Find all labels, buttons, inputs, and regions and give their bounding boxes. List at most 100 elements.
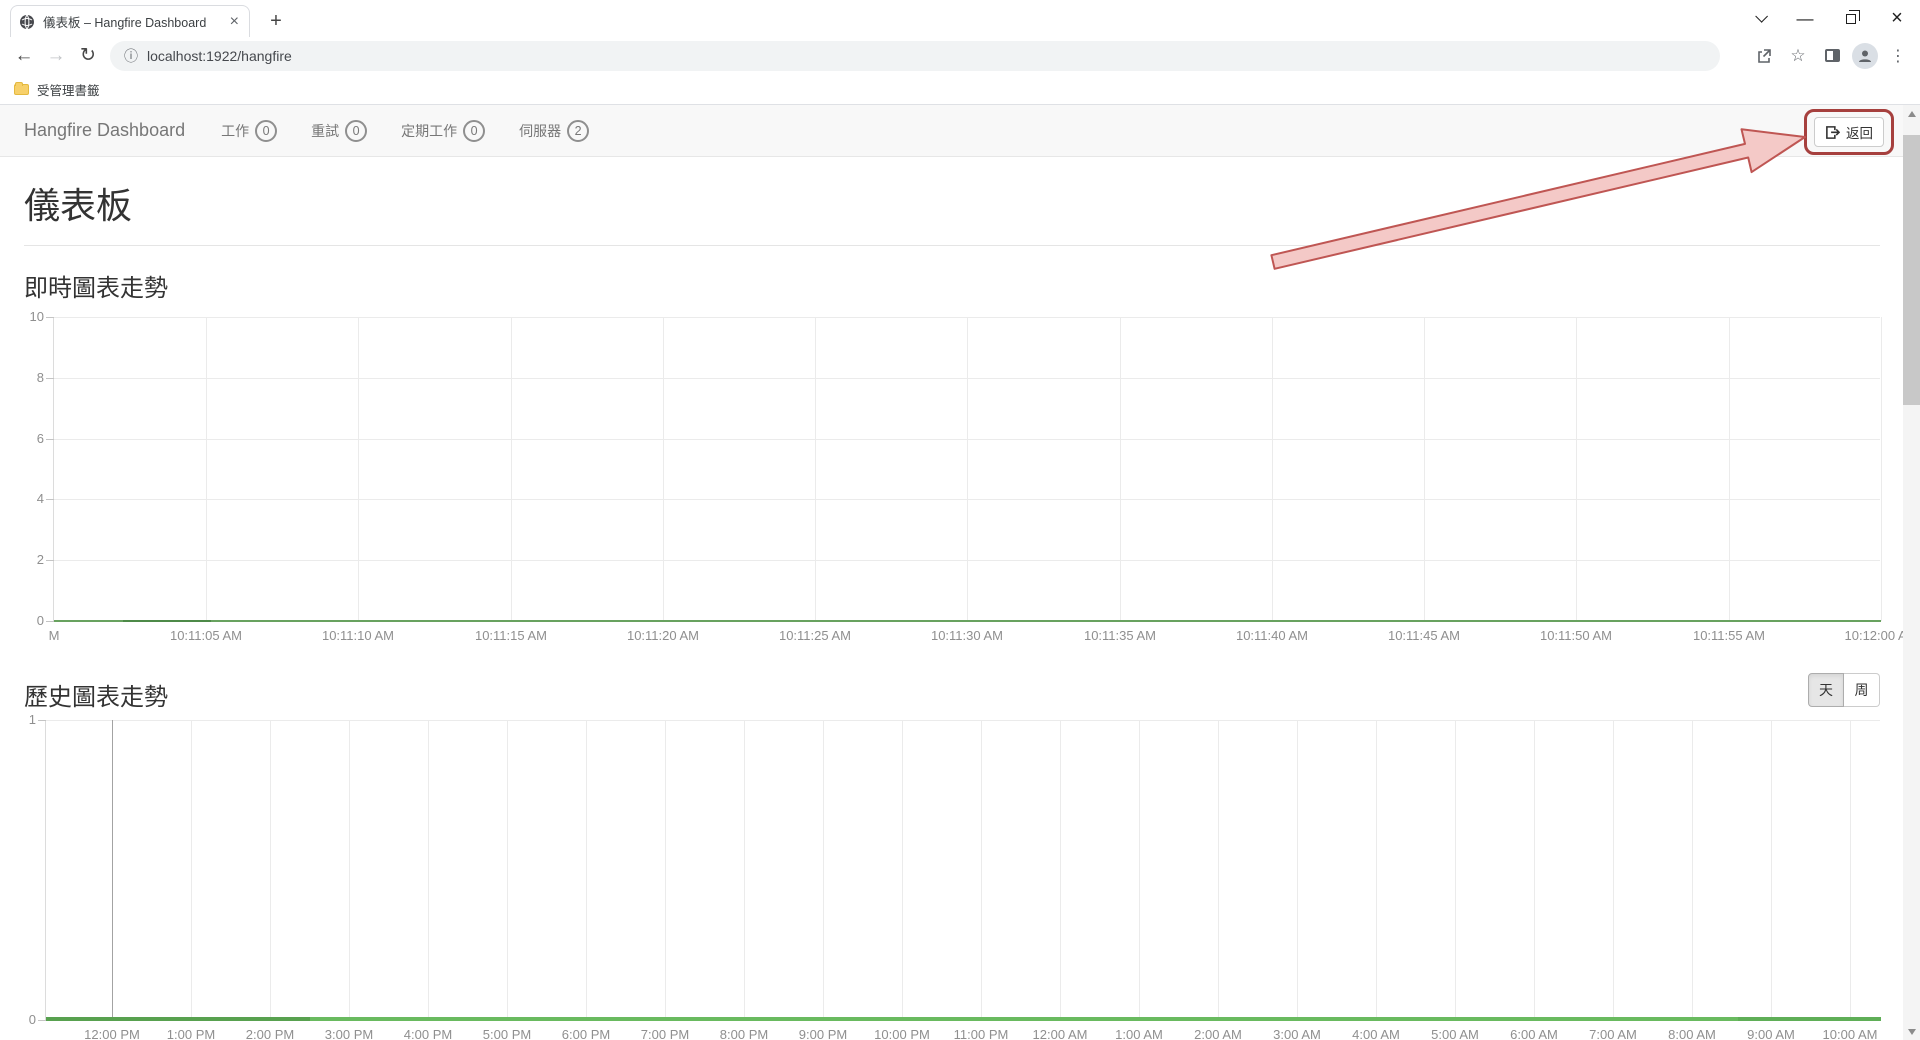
x-gridline: [967, 317, 968, 621]
x-tick-label: 10:00 AM: [1785, 1027, 1915, 1040]
url-text: localhost:1922/hangfire: [147, 48, 292, 64]
tab-search-chevron-icon[interactable]: [1736, 0, 1782, 37]
chart-plot-area: 1012:00 PM1:00 PM2:00 PM3:00 PM4:00 PM5:…: [45, 720, 1880, 1020]
y-tick-label: 6: [25, 431, 44, 446]
navbar-item[interactable]: 重試0: [311, 120, 367, 142]
x-gridline: [349, 720, 350, 1020]
history-heading: 歷史圖表走勢: [24, 677, 1880, 712]
x-gridline: [1424, 317, 1425, 621]
x-gridline: [1455, 720, 1456, 1020]
x-tick-label: 10:11:25 AM: [750, 628, 880, 643]
toggle-week-button[interactable]: 周: [1844, 673, 1880, 707]
x-tick-label: 10:11:05 AM: [141, 628, 271, 643]
restore-button[interactable]: [1828, 0, 1874, 37]
navbar-item[interactable]: 伺服器2: [519, 120, 589, 142]
minimize-button[interactable]: —: [1782, 0, 1828, 37]
browser-toolbar: ← → ↻ ⓘ localhost:1922/hangfire ☆ ⋮: [0, 37, 1920, 74]
realtime-heading: 即時圖表走勢: [24, 268, 1880, 303]
refresh-icon[interactable]: ↻: [72, 40, 104, 72]
scrollbar-thumb[interactable]: [1903, 135, 1920, 405]
series-line-succeeded: [1738, 1017, 1881, 1021]
realtime-chart: 1086420M10:11:05 AM10:11:10 AM10:11:15 A…: [24, 317, 1880, 651]
scrollbar[interactable]: [1903, 105, 1920, 1040]
y-tick: [46, 499, 54, 500]
x-tick-label: 10:11:35 AM: [1055, 628, 1185, 643]
y-tick: [46, 439, 54, 440]
menu-kebab-icon[interactable]: ⋮: [1884, 42, 1912, 70]
series-line-succeeded: [46, 1017, 1881, 1021]
x-gridline: [1297, 720, 1298, 1020]
logout-icon: [1825, 125, 1840, 140]
x-gridline: [1376, 720, 1377, 1020]
y-tick: [46, 621, 54, 622]
browser-titlebar: 儀表板 – Hangfire Dashboard × + — ×: [0, 0, 1920, 37]
tab-close-icon[interactable]: ×: [228, 13, 241, 31]
y-tick-label: 4: [25, 491, 44, 506]
y-tick-label: 10: [25, 309, 44, 324]
navbar-item-count-badge: 0: [463, 120, 485, 142]
hangfire-page: Hangfire Dashboard 工作0重試0定期工作0伺服器2 返回 儀表…: [0, 105, 1903, 1040]
x-gridline: [1272, 317, 1273, 621]
navbar-item-label: 重試: [311, 121, 339, 141]
back-icon[interactable]: ←: [8, 40, 40, 72]
series-line-succeeded: [54, 620, 1881, 622]
bookmark-folder-label[interactable]: 受管理書籤: [37, 80, 100, 99]
x-gridline: [511, 317, 512, 621]
chart-plot-area: 1086420M10:11:05 AM10:11:10 AM10:11:15 A…: [53, 317, 1880, 621]
url-bar[interactable]: ⓘ localhost:1922/hangfire: [110, 41, 1720, 71]
y-tick-label: 2: [25, 552, 44, 567]
site-info-icon[interactable]: ⓘ: [124, 46, 138, 66]
hangfire-navbar: Hangfire Dashboard 工作0重試0定期工作0伺服器2 返回: [0, 105, 1903, 157]
profile-avatar[interactable]: [1852, 43, 1878, 69]
y-tick-label: 8: [25, 370, 44, 385]
scroll-up-icon[interactable]: [1903, 105, 1920, 122]
history-chart: 1012:00 PM1:00 PM2:00 PM3:00 PM4:00 PM5:…: [24, 720, 1880, 1040]
x-tick-label: 10:11:55 AM: [1664, 628, 1794, 643]
y-tick-label: 0: [25, 613, 44, 628]
y-tick: [46, 378, 54, 379]
x-tick-label: 10:11:45 AM: [1359, 628, 1489, 643]
back-button[interactable]: 返回: [1814, 117, 1884, 147]
navbar-item[interactable]: 定期工作0: [401, 120, 485, 142]
brand-title[interactable]: Hangfire Dashboard: [24, 120, 185, 141]
x-tick-label: 10:11:30 AM: [902, 628, 1032, 643]
new-tab-button[interactable]: +: [262, 8, 290, 36]
history-range-toggle: 天 周: [1808, 673, 1880, 707]
x-gridline: [1576, 317, 1577, 621]
close-button[interactable]: ×: [1874, 0, 1920, 37]
bookmark-star-icon[interactable]: ☆: [1784, 42, 1812, 70]
scroll-down-icon[interactable]: [1903, 1023, 1920, 1040]
favicon-globe-icon: [19, 14, 35, 30]
x-tick-label: 10:11:50 AM: [1511, 628, 1641, 643]
browser-tab[interactable]: 儀表板 – Hangfire Dashboard ×: [10, 5, 250, 37]
x-gridline: [1139, 720, 1140, 1020]
x-gridline: [665, 720, 666, 1020]
navbar-item[interactable]: 工作0: [221, 120, 277, 142]
x-gridline: [1729, 317, 1730, 621]
x-gridline: [1534, 720, 1535, 1020]
series-line-succeeded: [123, 620, 211, 622]
x-gridline: [823, 720, 824, 1020]
x-gridline: [191, 720, 192, 1020]
x-gridline: [112, 720, 113, 1020]
y-tick: [46, 560, 54, 561]
x-gridline: [1850, 720, 1851, 1020]
y-gridline: [46, 720, 1880, 721]
x-gridline: [902, 720, 903, 1020]
x-gridline: [1613, 720, 1614, 1020]
page-title: 儀表板: [24, 177, 1880, 246]
x-gridline: [1120, 317, 1121, 621]
forward-icon: →: [40, 40, 72, 72]
x-gridline: [206, 317, 207, 621]
y-tick: [46, 317, 54, 318]
share-icon[interactable]: [1750, 42, 1778, 70]
x-gridline: [1692, 720, 1693, 1020]
side-panel-icon[interactable]: [1818, 42, 1846, 70]
y-tick: [38, 1020, 46, 1021]
navbar-item-label: 工作: [221, 121, 249, 141]
navbar-menu: 工作0重試0定期工作0伺服器2: [221, 120, 589, 142]
x-gridline: [663, 317, 664, 621]
x-gridline: [981, 720, 982, 1020]
toggle-day-button[interactable]: 天: [1808, 673, 1844, 707]
annotation-highlight-box: 返回: [1804, 109, 1894, 155]
